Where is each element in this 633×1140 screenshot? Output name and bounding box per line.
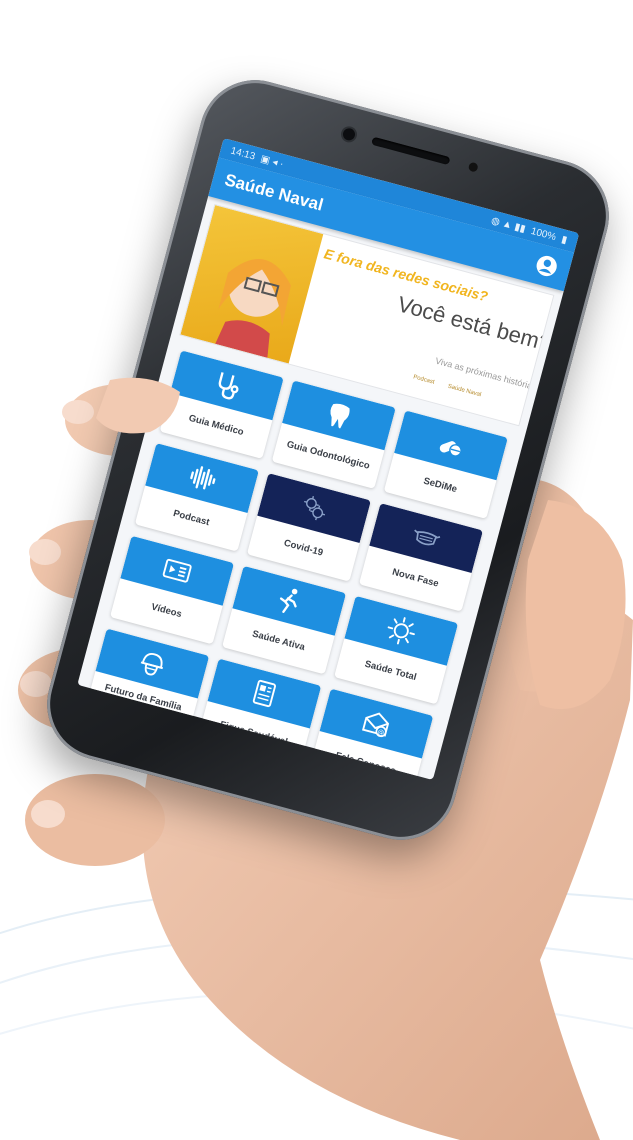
runner-icon <box>279 588 298 613</box>
banner-logos: Podcast Saúde Naval <box>413 374 482 398</box>
account-icon[interactable] <box>533 253 560 280</box>
tooth-icon <box>330 403 350 429</box>
battery-icon: ▮ <box>560 233 569 246</box>
email-icon: @ <box>362 712 390 737</box>
document-icon <box>252 679 276 708</box>
notification-icons: ▣ ◂ · <box>259 153 285 170</box>
tile-covid-19[interactable]: Covid-19 <box>246 473 371 582</box>
helmet-icon <box>140 653 163 676</box>
video-icon <box>162 558 192 583</box>
proximity-sensor <box>467 161 479 173</box>
sun-icon <box>387 617 415 645</box>
front-camera-icon <box>341 126 357 142</box>
tile-videos[interactable]: Vídeos <box>109 535 235 645</box>
virus-icon <box>304 496 326 521</box>
earpiece-speaker <box>371 136 451 166</box>
tile-podcast[interactable]: Podcast <box>134 443 259 552</box>
tile-fique-saudavel[interactable]: Fique Saudável <box>197 658 322 768</box>
pills-icon <box>439 441 462 457</box>
tile-saude-total[interactable]: Saúde Total <box>334 595 459 705</box>
mask-icon <box>414 529 441 546</box>
status-time: 14:13 <box>229 144 257 163</box>
battery-level: 100% <box>529 225 558 243</box>
tile-saude-ativa[interactable]: Saúde Ativa <box>222 565 347 675</box>
banner-illustration <box>180 205 324 364</box>
tile-sedime[interactable]: SeDiMe <box>383 410 508 519</box>
stethoscope-icon <box>218 372 239 400</box>
tile-fale-conosco[interactable]: @ Fale Conosco <box>309 688 434 781</box>
banner-logo-left: Podcast <box>412 374 436 386</box>
banner-logo-right: Saúde Naval <box>447 383 482 399</box>
tile-guia-medico[interactable]: Guia Médico <box>159 350 284 459</box>
tile-futuro-familia-naval[interactable]: Futuro da Família Naval <box>85 628 210 738</box>
tile-nova-fase[interactable]: Nova Fase <box>358 503 484 612</box>
waveform-icon <box>190 466 216 490</box>
tile-guia-odontologico[interactable]: Guia Odontológico <box>271 380 396 489</box>
